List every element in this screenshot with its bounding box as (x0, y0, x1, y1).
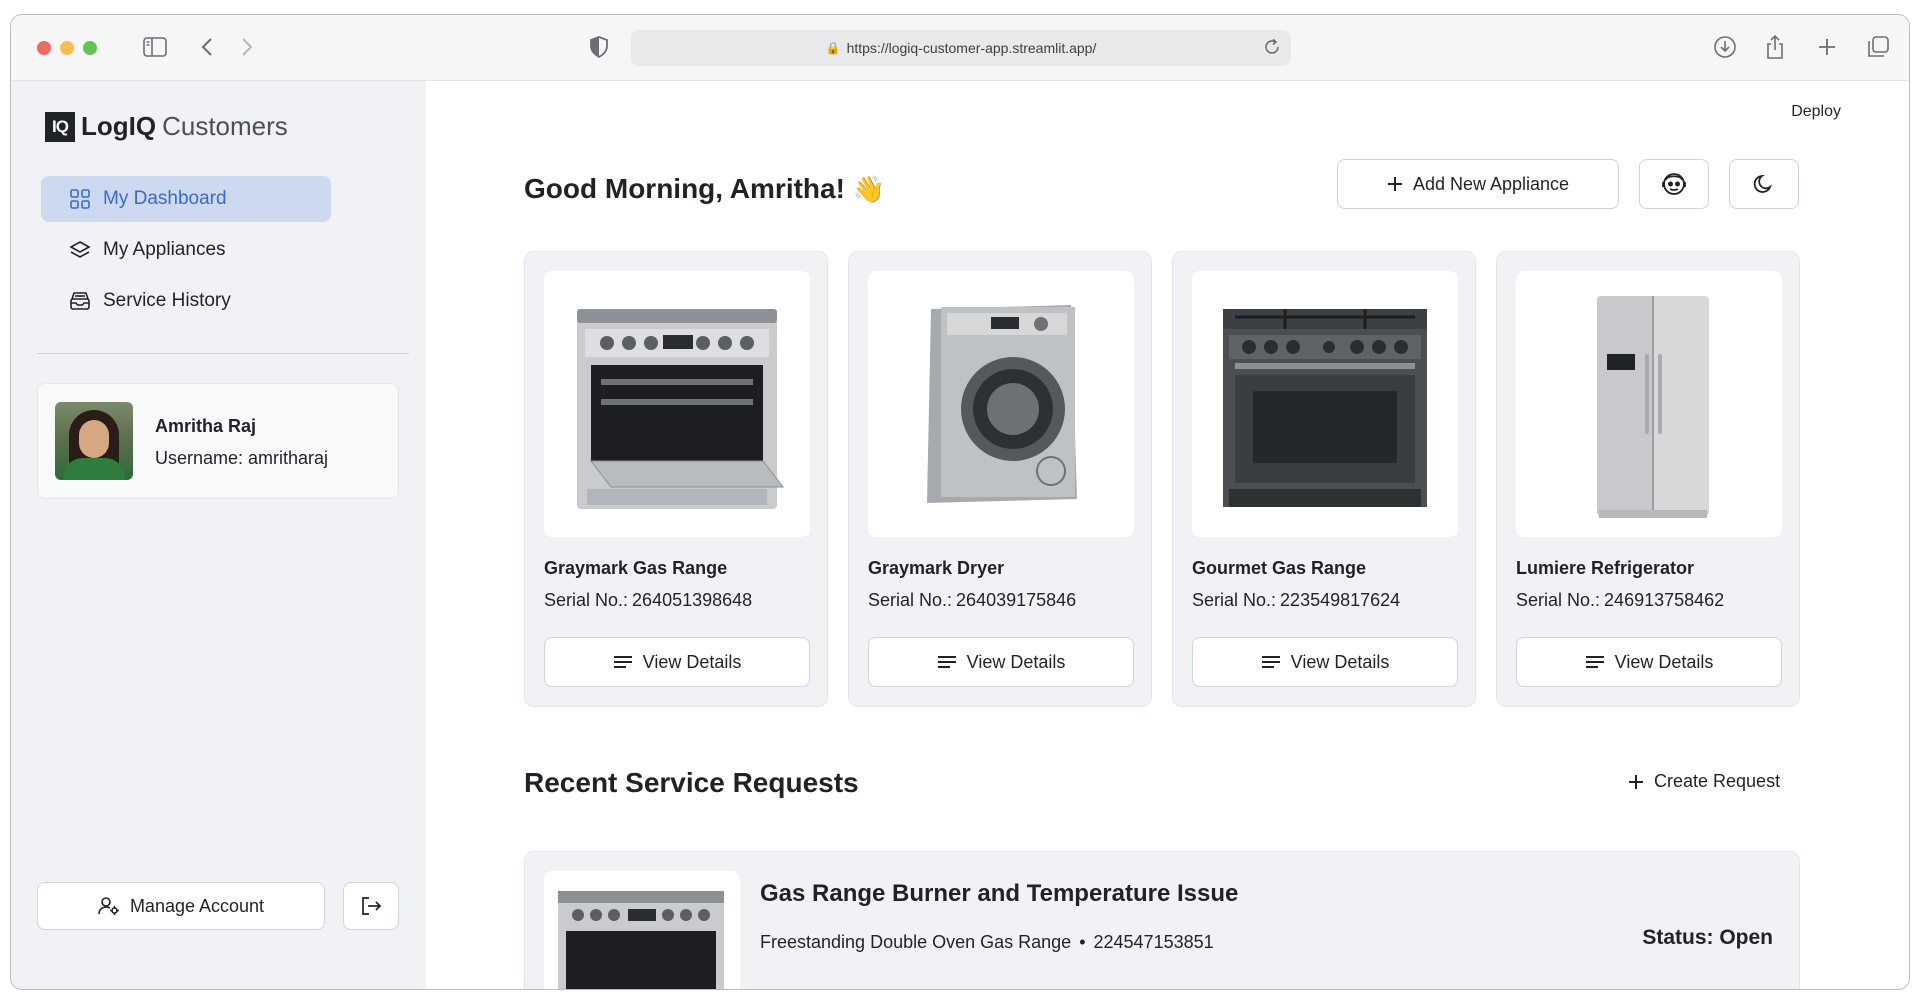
download-icon[interactable] (1711, 33, 1739, 61)
request-title: Gas Range Burner and Temperature Issue (760, 880, 1239, 907)
brand-logo[interactable]: IQ LogIQ Customers (45, 111, 288, 142)
view-details-label: View Details (966, 651, 1066, 672)
sidebar-item-my-dashboard[interactable]: My Dashboard (41, 176, 331, 222)
sidebar-item-label: My Appliances (103, 239, 226, 260)
manage-account-button[interactable]: Manage Account (37, 882, 325, 930)
view-details-label: View Details (1290, 651, 1390, 672)
request-subtitle: Freestanding Double Oven Gas Range • 22454… (760, 932, 1214, 953)
wave-emoji: 👋 (852, 174, 886, 204)
appliance-cards: Graymark Gas Range Serial No.: 2640513986… (524, 251, 1800, 707)
forward-arrow-icon[interactable] (233, 33, 261, 61)
browser-window: 🔒 https://logiq-customer-app.streamlit.a… (10, 14, 1910, 990)
sidebar-nav: My Dashboard My Appliances Service Histo… (41, 176, 331, 329)
appliance-name: Graymark Gas Range (544, 558, 728, 578)
dryer-image (868, 271, 1134, 537)
logo-mark: IQ (45, 111, 75, 142)
robot-icon (1660, 170, 1688, 198)
request-serial: 224547153851 (1093, 932, 1214, 952)
url-text: https://logiq-customer-app.streamlit.app… (846, 40, 1097, 56)
page-title: Good Morning, Amritha! 👋 (524, 173, 885, 205)
appliance-serial: Serial No.: 246913758462 (1516, 590, 1725, 610)
address-bar[interactable]: 🔒 https://logiq-customer-app.streamlit.a… (631, 30, 1291, 66)
close-window-button[interactable] (37, 41, 51, 55)
logout-button[interactable] (343, 882, 399, 930)
manage-account-label: Manage Account (129, 895, 265, 916)
moon-icon (1753, 173, 1775, 195)
plus-icon (1387, 176, 1403, 192)
request-appliance: Freestanding Double Oven Gas Range (760, 932, 1072, 952)
service-request-card[interactable]: Gas Range Burner and Temperature Issue F… (524, 851, 1800, 989)
minimize-window-button[interactable] (60, 41, 74, 55)
appliance-card: Graymark Dryer Serial No.: 264039175846 V… (848, 251, 1152, 707)
appliance-serial: Serial No.: 223549817624 (1192, 590, 1401, 610)
profile-name: Amritha Raj (155, 416, 257, 436)
sidebar-item-label: My Dashboard (103, 188, 227, 209)
layers-icon (69, 239, 91, 261)
greeting-text: Good Morning, Amritha! (524, 173, 845, 204)
menu-lines-icon (613, 654, 633, 670)
brand-name-light: Customers (162, 111, 288, 141)
theme-toggle-button[interactable] (1729, 159, 1799, 209)
appliance-name: Graymark Dryer (868, 558, 1005, 578)
menu-lines-icon (1261, 654, 1281, 670)
add-new-appliance-button[interactable]: Add New Appliance (1337, 159, 1619, 209)
sidebar-divider (37, 353, 409, 354)
sidebar-item-service-history[interactable]: Service History (41, 278, 331, 324)
appliance-card: Gourmet Gas Range Serial No.: 22354981762… (1172, 251, 1476, 707)
zoom-window-button[interactable] (83, 41, 97, 55)
profile-username: Username: amritharaj (155, 448, 329, 468)
avatar (55, 402, 133, 480)
appliance-name: Lumiere Refrigerator (1516, 558, 1695, 578)
user-settings-icon (98, 896, 120, 916)
gas-range-image (544, 271, 810, 537)
main-content: Deploy Good Morning, Amritha! 👋 Add New A… (426, 81, 1909, 989)
menu-lines-icon (1585, 654, 1605, 670)
new-tab-icon[interactable] (1813, 33, 1841, 61)
back-arrow-icon[interactable] (193, 33, 221, 61)
separator-dot: • (1079, 932, 1086, 952)
grid-icon (69, 188, 91, 210)
brand-name-bold: LogIQ (81, 111, 157, 141)
view-details-button[interactable]: View Details (1516, 637, 1782, 687)
status-badge: Status: Open (1642, 926, 1773, 949)
sidebar-item-label: Service History (103, 290, 231, 311)
create-request-label: Create Request (1654, 771, 1781, 791)
recent-service-requests-heading: Recent Service Requests (524, 767, 859, 798)
view-details-button[interactable]: View Details (868, 637, 1134, 687)
share-icon[interactable] (1761, 33, 1789, 61)
assistant-button[interactable] (1639, 159, 1709, 209)
menu-lines-icon (937, 654, 957, 670)
reload-icon[interactable] (1263, 38, 1281, 59)
add-new-appliance-label: Add New Appliance (1412, 173, 1570, 194)
sidebar-toggle-icon[interactable] (141, 33, 169, 61)
appliance-card: Graymark Gas Range Serial No.: 2640513986… (524, 251, 828, 707)
gas-range-dark-image (1192, 271, 1458, 537)
browser-toolbar: 🔒 https://logiq-customer-app.streamlit.a… (11, 15, 1909, 81)
view-details-button[interactable]: View Details (544, 637, 810, 687)
deploy-button[interactable]: Deploy (1791, 103, 1841, 121)
sidebar: IQ LogIQ Customers My Dashboard My Appli… (11, 81, 426, 989)
appliance-card: Lumiere Refrigerator Serial No.: 24691375… (1496, 251, 1800, 707)
view-details-button[interactable]: View Details (1192, 637, 1458, 687)
shield-icon[interactable] (585, 33, 613, 61)
request-appliance-image (544, 871, 740, 989)
tab-overview-icon[interactable] (1864, 33, 1892, 61)
refrigerator-image (1516, 271, 1782, 537)
appliance-serial: Serial No.: 264051398648 (544, 590, 753, 610)
appliance-name: Gourmet Gas Range (1192, 558, 1367, 578)
view-details-label: View Details (1614, 651, 1714, 672)
sidebar-item-my-appliances[interactable]: My Appliances (41, 227, 331, 273)
lock-icon: 🔒 (825, 41, 841, 55)
appliance-serial: Serial No.: 264039175846 (868, 590, 1077, 610)
inbox-icon (69, 290, 91, 312)
create-request-button[interactable]: Create Request (1628, 771, 1780, 792)
plus-icon (1628, 774, 1644, 790)
profile-card: Amritha Raj Username: amritharaj (37, 383, 399, 499)
view-details-label: View Details (642, 651, 742, 672)
logout-icon (360, 895, 382, 917)
